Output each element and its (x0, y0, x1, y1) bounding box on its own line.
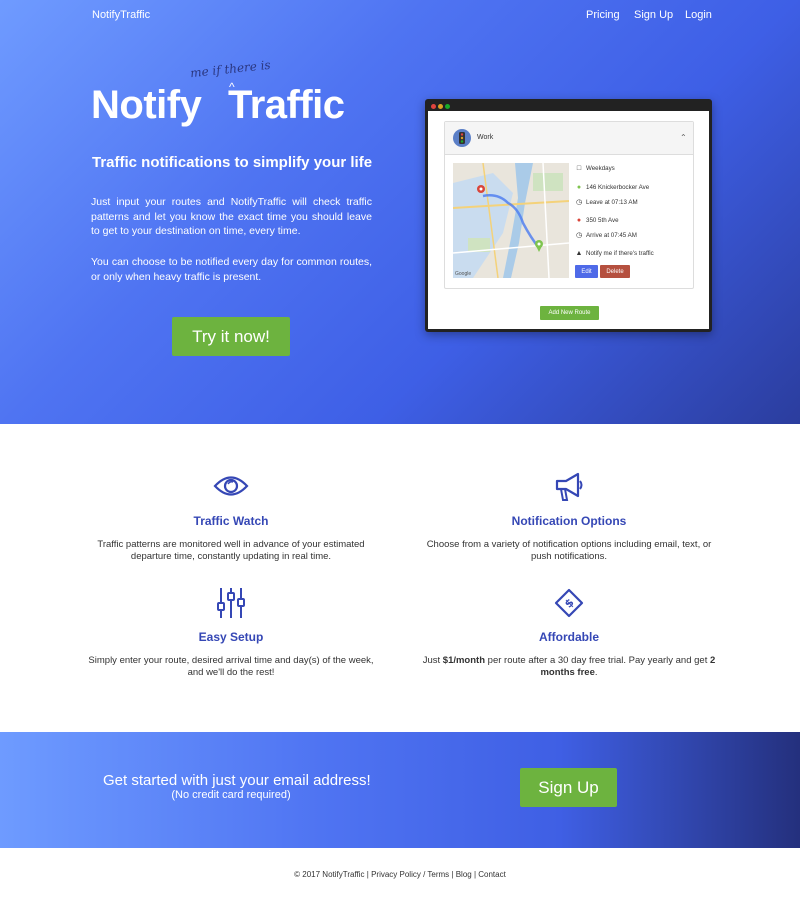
add-new-route-button[interactable]: Add New Route (540, 306, 599, 320)
route-notify-row: ▲ Notify me if there's traffic (575, 250, 654, 257)
route-card-header[interactable]: Work ⌃ (445, 122, 693, 155)
delete-route-button[interactable]: Delete (600, 265, 630, 278)
affordable-text-part: . (594, 667, 598, 678)
traffic-light-icon (453, 129, 471, 147)
logo-handwritten-insert: me if there is (189, 57, 272, 81)
feature-text-notification-options: Choose from a variety of notification op… (426, 539, 712, 562)
footer-copyright: © 2017 NotifyTraffic (294, 870, 365, 879)
clock-icon: ◷ (575, 232, 583, 239)
money-icon: $ (554, 588, 584, 623)
bell-icon: ▲ (575, 250, 583, 257)
hero-description-2: You can choose to be notified every day … (91, 256, 372, 283)
app-preview-body: Work ⌃ Google □ Weekdays ● 146 Knickerbo… (428, 111, 709, 329)
sliders-icon (216, 587, 246, 624)
nav-login-link[interactable]: Login (685, 9, 712, 21)
route-destination: 350 5th Ave (586, 217, 619, 224)
signup-cta-section: Get started with just your email address… (0, 732, 800, 848)
calendar-icon: □ (576, 165, 582, 172)
hero-description-1: Just input your routes and NotifyTraffic… (91, 196, 372, 237)
cta-headline: Get started with just your email address… (103, 772, 371, 789)
route-days: Weekdays (586, 165, 615, 172)
feature-text-traffic-watch: Traffic patterns are monitored well in a… (97, 539, 365, 562)
route-arrive-time: Arrive at 07:45 AM (586, 231, 637, 239)
app-preview-window: Work ⌃ Google □ Weekdays ● 146 Knickerbo… (425, 99, 712, 332)
route-origin: 146 Knickerbocker Ave (586, 184, 650, 191)
nav-signup-link[interactable]: Sign Up (634, 9, 673, 21)
hero-logo: Notify Traffic (91, 83, 345, 128)
logo-caret: ^ (229, 80, 235, 94)
footer-blog-link[interactable]: Blog (456, 870, 472, 879)
footer-terms-link[interactable]: Terms (427, 870, 449, 879)
edit-route-button[interactable]: Edit (575, 265, 598, 278)
route-destination-row: ● 350 5th Ave (575, 217, 619, 224)
svg-text:$: $ (562, 596, 577, 611)
footer-contact-link[interactable]: Contact (478, 870, 506, 879)
clock-icon: ◷ (575, 199, 583, 206)
window-close-dot (431, 104, 436, 109)
origin-pin-icon: ● (576, 184, 582, 191)
route-map: Google (453, 163, 569, 278)
affordable-text-part: Just (422, 655, 443, 666)
route-notify: Notify me if there's traffic (586, 250, 654, 257)
route-name: Work (477, 134, 494, 141)
feature-title-affordable: Affordable (539, 630, 599, 644)
nav-pricing-link[interactable]: Pricing (586, 9, 620, 21)
logo-word-traffic: Traffic (228, 83, 345, 127)
cta-signup-button[interactable]: Sign Up (520, 768, 617, 807)
brand-link[interactable]: NotifyTraffic (92, 9, 150, 21)
window-minimize-dot (438, 104, 443, 109)
megaphone-icon (554, 472, 584, 507)
footer: © 2017 NotifyTraffic | Privacy Policy / … (294, 870, 506, 879)
feature-title-easy-setup: Easy Setup (198, 630, 264, 644)
route-leave-time: Leave at 07:13 AM (586, 198, 638, 206)
route-origin-row: ● 146 Knickerbocker Ave (575, 184, 649, 191)
logo-word-notify: Notify (91, 83, 202, 127)
route-card: Work ⌃ Google □ Weekdays ● 146 Knickerbo… (444, 121, 694, 289)
eye-icon (213, 473, 249, 504)
map-google-label: Google (455, 271, 472, 277)
feature-text-easy-setup: Simply enter your route, desired arrival… (88, 655, 374, 678)
hero-section: NotifyTraffic Pricing Sign Up Login Noti… (0, 0, 800, 424)
feature-text-affordable: Just $1/month per route after a 30 day f… (419, 655, 719, 679)
chevron-up-icon[interactable]: ⌃ (680, 133, 687, 142)
feature-title-notification-options: Notification Options (511, 514, 627, 528)
window-maximize-dot (445, 104, 450, 109)
route-leave-row: ◷ Leave at 07:13 AM (575, 198, 638, 207)
footer-privacy-link[interactable]: Privacy Policy (371, 870, 421, 879)
destination-pin-icon: ● (576, 217, 582, 224)
feature-title-traffic-watch: Traffic Watch (193, 514, 269, 528)
affordable-price: $1/month (442, 655, 486, 666)
cta-subtext: (No credit card required) (171, 789, 291, 801)
try-it-now-button[interactable]: Try it now! (172, 317, 290, 356)
route-arrive-row: ◷ Arrive at 07:45 AM (575, 231, 637, 240)
route-days-row: □ Weekdays (575, 165, 615, 172)
hero-tagline: Traffic notifications to simplify your l… (92, 154, 373, 171)
affordable-text-part: per route after a 30 day free trial. Pay… (485, 655, 710, 666)
